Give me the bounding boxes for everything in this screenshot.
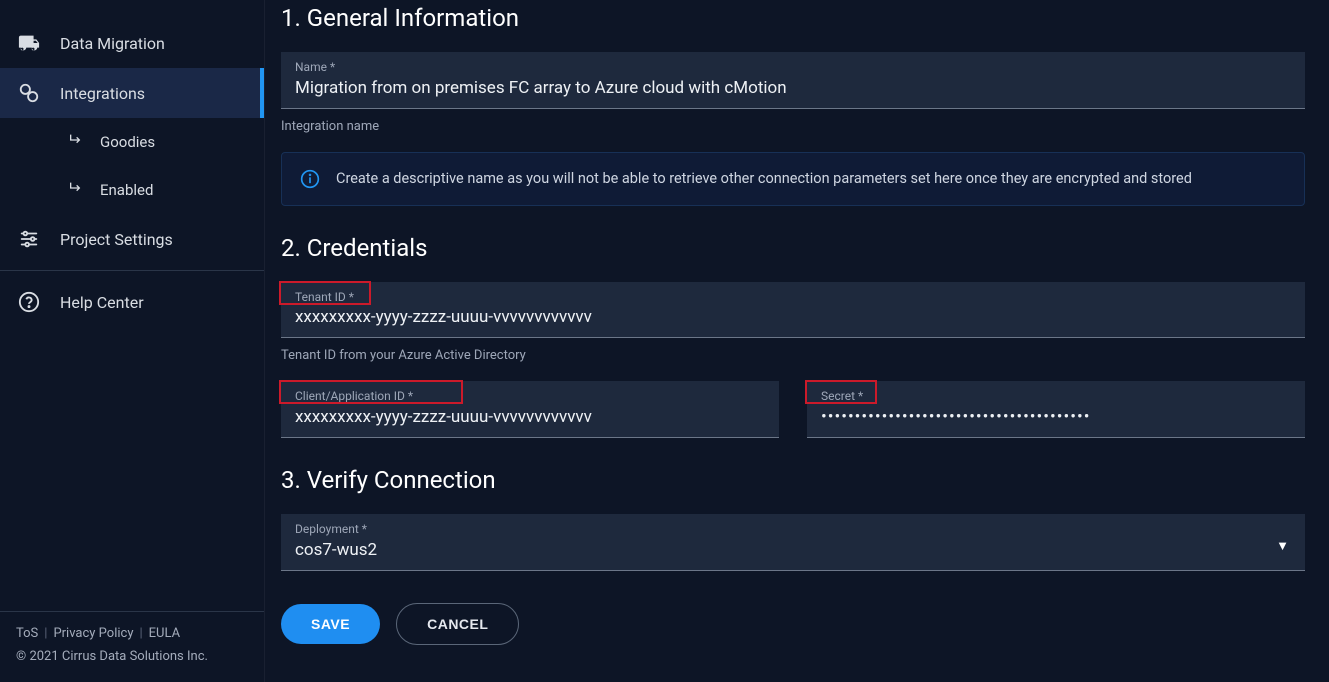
secret-input[interactable]: •••••••••••••••••••••••••••••••••••••••• — [821, 407, 1291, 427]
sidebar-subitem-goodies[interactable]: Goodies — [0, 118, 264, 166]
action-buttons: SAVE CANCEL — [281, 603, 1305, 645]
tenant-id-field[interactable]: Tenant ID * — [281, 282, 1305, 339]
client-id-field[interactable]: Client/Application ID * — [281, 381, 779, 438]
deployment-value: cos7-wus2 — [295, 540, 1276, 560]
sidebar-item-integrations[interactable]: Integrations — [0, 68, 264, 118]
truck-icon — [18, 32, 40, 54]
name-field[interactable]: Name * — [281, 52, 1305, 109]
client-id-input[interactable] — [295, 407, 765, 427]
sidebar-item-label: Integrations — [60, 84, 145, 103]
sliders-icon — [18, 228, 40, 250]
tenant-id-input[interactable] — [295, 307, 1291, 327]
name-helper: Integration name — [281, 119, 1305, 134]
sidebar-item-data-migration[interactable]: Data Migration — [0, 18, 264, 68]
footer-link-eula[interactable]: EULA — [149, 626, 180, 641]
separator: | — [139, 626, 142, 641]
tenant-id-label: Tenant ID * — [295, 290, 1291, 306]
secret-field[interactable]: Secret * •••••••••••••••••••••••••••••••… — [807, 381, 1305, 438]
sidebar-footer: ToS | Privacy Policy | EULA © 2021 Cirru… — [0, 611, 264, 682]
cancel-button[interactable]: CANCEL — [396, 603, 519, 645]
info-message: Create a descriptive name as you will no… — [336, 169, 1192, 189]
separator: | — [44, 626, 47, 641]
info-icon — [300, 169, 320, 189]
info-box: Create a descriptive name as you will no… — [281, 152, 1305, 206]
save-button[interactable]: SAVE — [281, 604, 380, 644]
sub-arrow-icon — [68, 134, 84, 152]
sidebar-subitem-enabled[interactable]: Enabled — [0, 166, 264, 214]
deployment-label: Deployment * — [295, 522, 1276, 538]
chevron-down-icon: ▼ — [1276, 538, 1291, 560]
section-title-credentials: 2. Credentials — [281, 234, 1305, 262]
main-content: 1. General Information Name * Integratio… — [265, 0, 1329, 682]
sidebar: Data Migration Integrations Goodies Enab… — [0, 0, 265, 682]
sidebar-item-label: Data Migration — [60, 34, 165, 53]
nav-list: Data Migration Integrations Goodies Enab… — [0, 0, 264, 611]
footer-link-tos[interactable]: ToS — [16, 626, 38, 641]
footer-copyright: © 2021 Cirrus Data Solutions Inc. — [16, 649, 248, 664]
footer-link-privacy[interactable]: Privacy Policy — [53, 626, 133, 641]
name-label: Name * — [295, 60, 1291, 76]
sidebar-item-label: Goodies — [100, 133, 155, 151]
client-id-label: Client/Application ID * — [295, 389, 765, 405]
section-title-general: 1. General Information — [281, 4, 1305, 32]
sidebar-item-help-center[interactable]: Help Center — [0, 277, 264, 327]
sidebar-item-label: Project Settings — [60, 230, 173, 249]
section-title-verify: 3. Verify Connection — [281, 466, 1305, 494]
sidebar-item-project-settings[interactable]: Project Settings — [0, 214, 264, 264]
deployment-select[interactable]: Deployment * cos7-wus2 ▼ — [281, 514, 1305, 571]
tenant-id-helper: Tenant ID from your Azure Active Directo… — [281, 348, 1305, 363]
footer-links: ToS | Privacy Policy | EULA — [16, 626, 248, 641]
secret-label: Secret * — [821, 389, 1291, 405]
divider — [0, 270, 264, 271]
name-input[interactable] — [295, 78, 1291, 98]
link-icon — [18, 82, 40, 104]
help-icon — [18, 291, 40, 313]
sidebar-item-label: Enabled — [100, 181, 153, 199]
sub-arrow-icon — [68, 182, 84, 200]
sidebar-item-label: Help Center — [60, 293, 144, 312]
